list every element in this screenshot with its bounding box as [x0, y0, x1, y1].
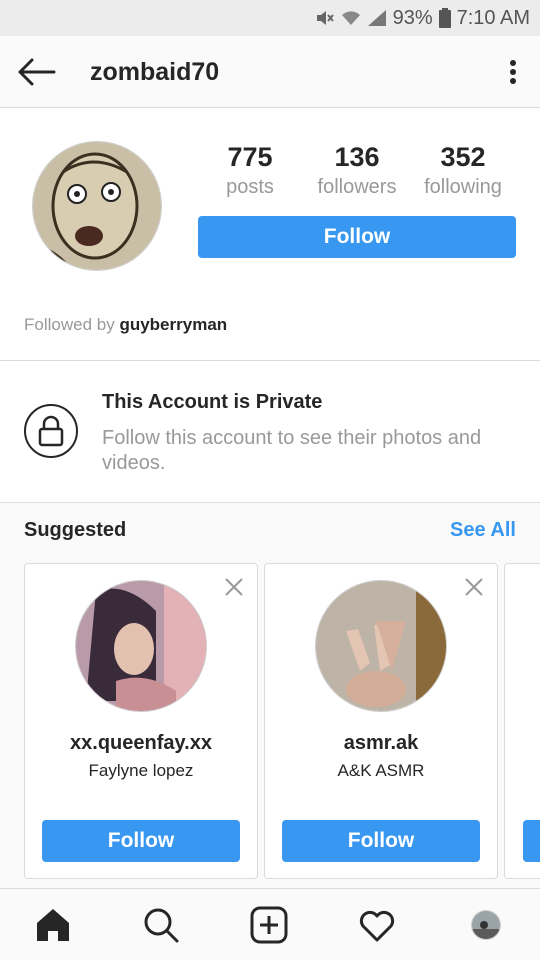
suggested-full-name: Faylyne lopez: [88, 761, 194, 780]
lock-icon: [24, 404, 78, 458]
divider: [0, 360, 540, 361]
followers-value: 136: [334, 142, 380, 172]
following-label: following: [424, 176, 502, 198]
posts-count: 775 posts: [200, 140, 300, 199]
followers-label: followers: [317, 176, 397, 198]
more-options-icon[interactable]: [502, 56, 524, 88]
home-icon[interactable]: [33, 905, 73, 945]
profile-avatar-nav[interactable]: [471, 910, 501, 940]
suggested-full-name: A&K ASMR: [337, 761, 425, 780]
suggested-title: Suggested: [24, 519, 127, 541]
followed-by-prefix: Followed by: [24, 315, 115, 334]
header-username: zombaid70: [90, 58, 220, 86]
suggested-username[interactable]: asmr.ak: [265, 732, 497, 755]
suggested-card: xx.queenfay.xx Faylyne lopez Follow: [24, 563, 258, 879]
profile-header: zombaid70: [0, 36, 540, 108]
battery-percent: 93%: [392, 6, 433, 29]
posts-label: posts: [226, 176, 274, 198]
suggested-username[interactable]: xx.queenfay.xx: [25, 732, 257, 755]
posts-value: 775: [227, 142, 273, 172]
follow-button[interactable]: Follow: [198, 216, 516, 258]
signal-icon: [367, 10, 386, 26]
clock-time: 7:10 AM: [456, 6, 530, 29]
bottom-nav: [0, 888, 540, 960]
search-icon[interactable]: [141, 905, 181, 945]
following-value: 352: [440, 142, 486, 172]
add-post-icon[interactable]: [249, 905, 289, 945]
mute-icon: [316, 11, 334, 25]
profile-avatar[interactable]: [32, 141, 162, 271]
followed-by-text: Followed by guyberryman: [24, 315, 227, 335]
suggested-follow-button[interactable]: [523, 820, 540, 862]
suggested-follow-button[interactable]: Follow: [282, 820, 480, 862]
suggested-avatar[interactable]: [315, 580, 447, 712]
followed-by-user[interactable]: guyberryman: [119, 315, 227, 334]
battery-icon: [438, 8, 451, 28]
private-title: This Account is Private: [102, 391, 323, 413]
activity-heart-icon[interactable]: [357, 905, 397, 945]
see-all-link[interactable]: See All: [450, 519, 516, 542]
suggested-card: asmr.ak A&K ASMR Follow: [264, 563, 498, 879]
private-description: Follow this account to see their photos …: [102, 427, 482, 474]
suggested-avatar[interactable]: [75, 580, 207, 712]
status-bar: 93% 7:10 AM: [0, 0, 540, 36]
close-icon[interactable]: [223, 576, 245, 598]
suggested-card-partial: [504, 563, 540, 879]
close-icon[interactable]: [463, 576, 485, 598]
wifi-icon: [341, 11, 360, 25]
following-count[interactable]: 352 following: [413, 140, 513, 199]
back-arrow-icon[interactable]: [16, 56, 56, 88]
suggested-follow-button[interactable]: Follow: [42, 820, 240, 862]
followers-count[interactable]: 136 followers: [307, 140, 407, 199]
